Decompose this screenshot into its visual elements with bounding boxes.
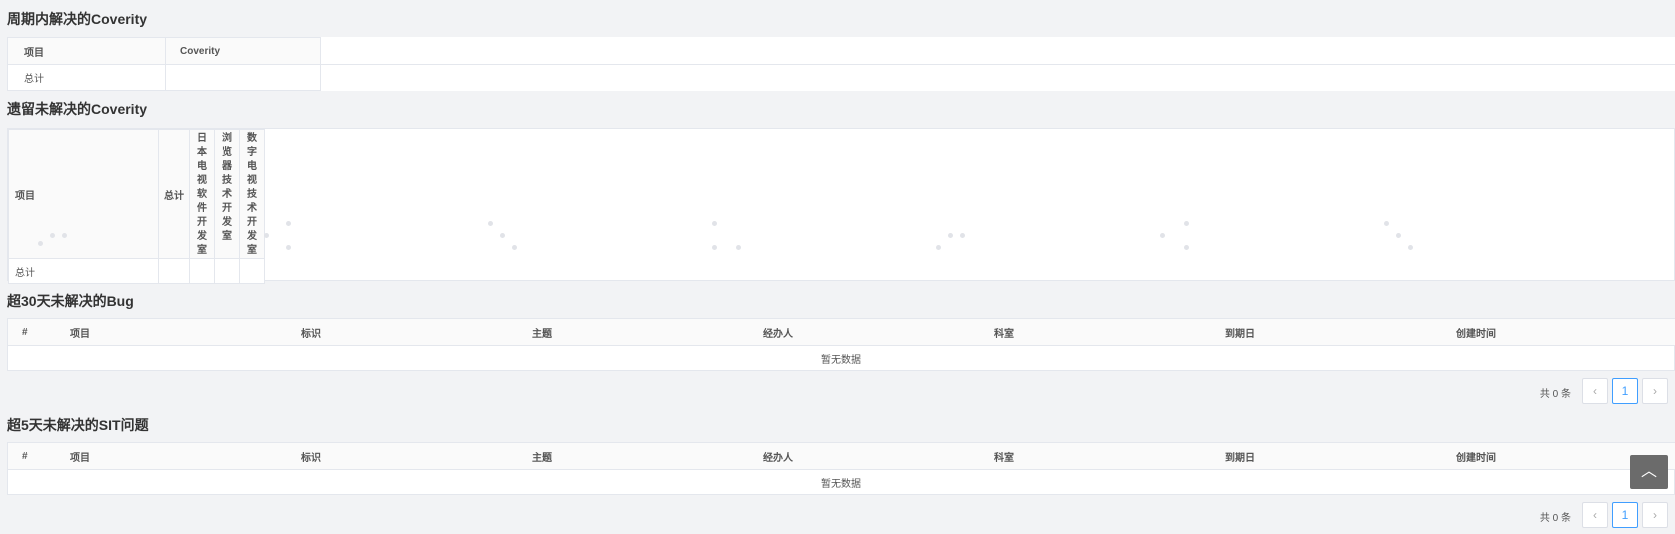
column-header-department: 科室: [994, 318, 1225, 346]
loading-dot: [512, 245, 517, 250]
column-header-coverity: Coverity: [165, 37, 321, 65]
column-header-japan-tv-dept: 日本电视软件开发室: [189, 129, 215, 259]
loading-dot: [712, 221, 717, 226]
column-header-due-date: 到期日: [1225, 442, 1456, 470]
loading-dot: [1160, 233, 1165, 238]
pagination-total: 共 0 条: [1539, 513, 1571, 524]
loading-dot: [712, 245, 717, 250]
column-header-project: 项目: [70, 318, 301, 346]
sit-5-days-table: # 项目 标识 主题 经办人 科室 到期日 创建时间 暂无数据: [7, 442, 1675, 495]
column-header-assignee: 经办人: [763, 318, 994, 346]
column-header-subject: 主题: [532, 442, 763, 470]
cell-browser: [214, 258, 240, 284]
column-header-browser-dept: 浏览器技术开发室: [214, 129, 240, 259]
back-to-top-button[interactable]: ︿: [1630, 455, 1668, 489]
cell-digital-tv: [239, 258, 265, 284]
empty-text: 暂无数据: [7, 469, 1675, 495]
bugs-30-days-table: # 项目 标识 主题 经办人 科室 到期日 创建时间 暂无数据: [7, 318, 1675, 371]
column-header-total: 总计: [158, 129, 190, 259]
column-header-id: 标识: [301, 442, 532, 470]
row-label-total: 总计: [7, 64, 166, 91]
section-title-sit-5-days: 超5天未解决的SIT问题: [7, 417, 149, 433]
pagination-total: 共 0 条: [1539, 389, 1571, 400]
loading-dot: [264, 233, 269, 238]
prev-page-button[interactable]: ‹: [1582, 378, 1608, 404]
page-1-button[interactable]: 1: [1612, 378, 1638, 404]
page-1-button[interactable]: 1: [1612, 502, 1638, 528]
column-header-project: 项目: [70, 442, 301, 470]
next-page-button[interactable]: ›: [1642, 378, 1668, 404]
unresolved-coverity-panel: 项目 总计 日本电视软件开发室 浏览器技术开发室 数字电视技术开发室 总计: [7, 128, 1675, 284]
loading-dot: [62, 233, 67, 238]
column-header-created-time: 创建时间: [1456, 318, 1675, 346]
resolved-coverity-table: 项目 Coverity 总计: [7, 37, 1675, 91]
section-title-resolved-coverity: 周期内解决的Coverity: [7, 11, 148, 27]
loading-dot: [286, 245, 291, 250]
column-header-subject: 主题: [532, 318, 763, 346]
pagination-bugs: 共 0 条 ‹ 1 ›: [1415, 378, 1675, 404]
cell-total: [158, 258, 190, 284]
column-header-index: #: [7, 442, 70, 470]
empty-text: 暂无数据: [7, 345, 1675, 371]
column-header-assignee: 经办人: [763, 442, 994, 470]
loading-dot: [500, 233, 505, 238]
column-header-department: 科室: [994, 442, 1225, 470]
loading-dot: [1184, 221, 1189, 226]
prev-page-button[interactable]: ‹: [1582, 502, 1608, 528]
loading-dot: [50, 233, 55, 238]
chevron-up-icon: ︿: [1640, 463, 1657, 480]
next-page-button[interactable]: ›: [1642, 502, 1668, 528]
section-title-bugs-30-days: 超30天未解决的Bug: [7, 293, 134, 309]
column-header-project: 项目: [7, 37, 166, 65]
column-header-due-date: 到期日: [1225, 318, 1456, 346]
column-header-digital-tv-dept: 数字电视技术开发室: [239, 129, 265, 259]
unresolved-coverity-table: 项目 总计 日本电视软件开发室 浏览器技术开发室 数字电视技术开发室 总计: [8, 129, 265, 284]
section-title-unresolved-coverity: 遗留未解决的Coverity: [7, 101, 148, 117]
loading-dot: [1184, 245, 1189, 250]
cell-coverity-total: [165, 64, 321, 91]
loading-dot: [736, 245, 741, 250]
loading-dot: [960, 233, 965, 238]
column-header-index: #: [7, 318, 70, 346]
loading-dot: [1408, 245, 1413, 250]
loading-dot: [948, 233, 953, 238]
row-label-total: 总计: [8, 258, 159, 284]
loading-dot: [936, 245, 941, 250]
column-header-project: 项目: [8, 129, 159, 259]
column-header-id: 标识: [301, 318, 532, 346]
loading-dot: [488, 221, 493, 226]
loading-dot: [1396, 233, 1401, 238]
loading-dot: [1384, 221, 1389, 226]
cell-japan-tv: [189, 258, 215, 284]
pagination-sit: 共 0 条 ‹ 1 ›: [1415, 502, 1675, 528]
loading-dot: [286, 221, 291, 226]
loading-dot: [38, 241, 43, 246]
